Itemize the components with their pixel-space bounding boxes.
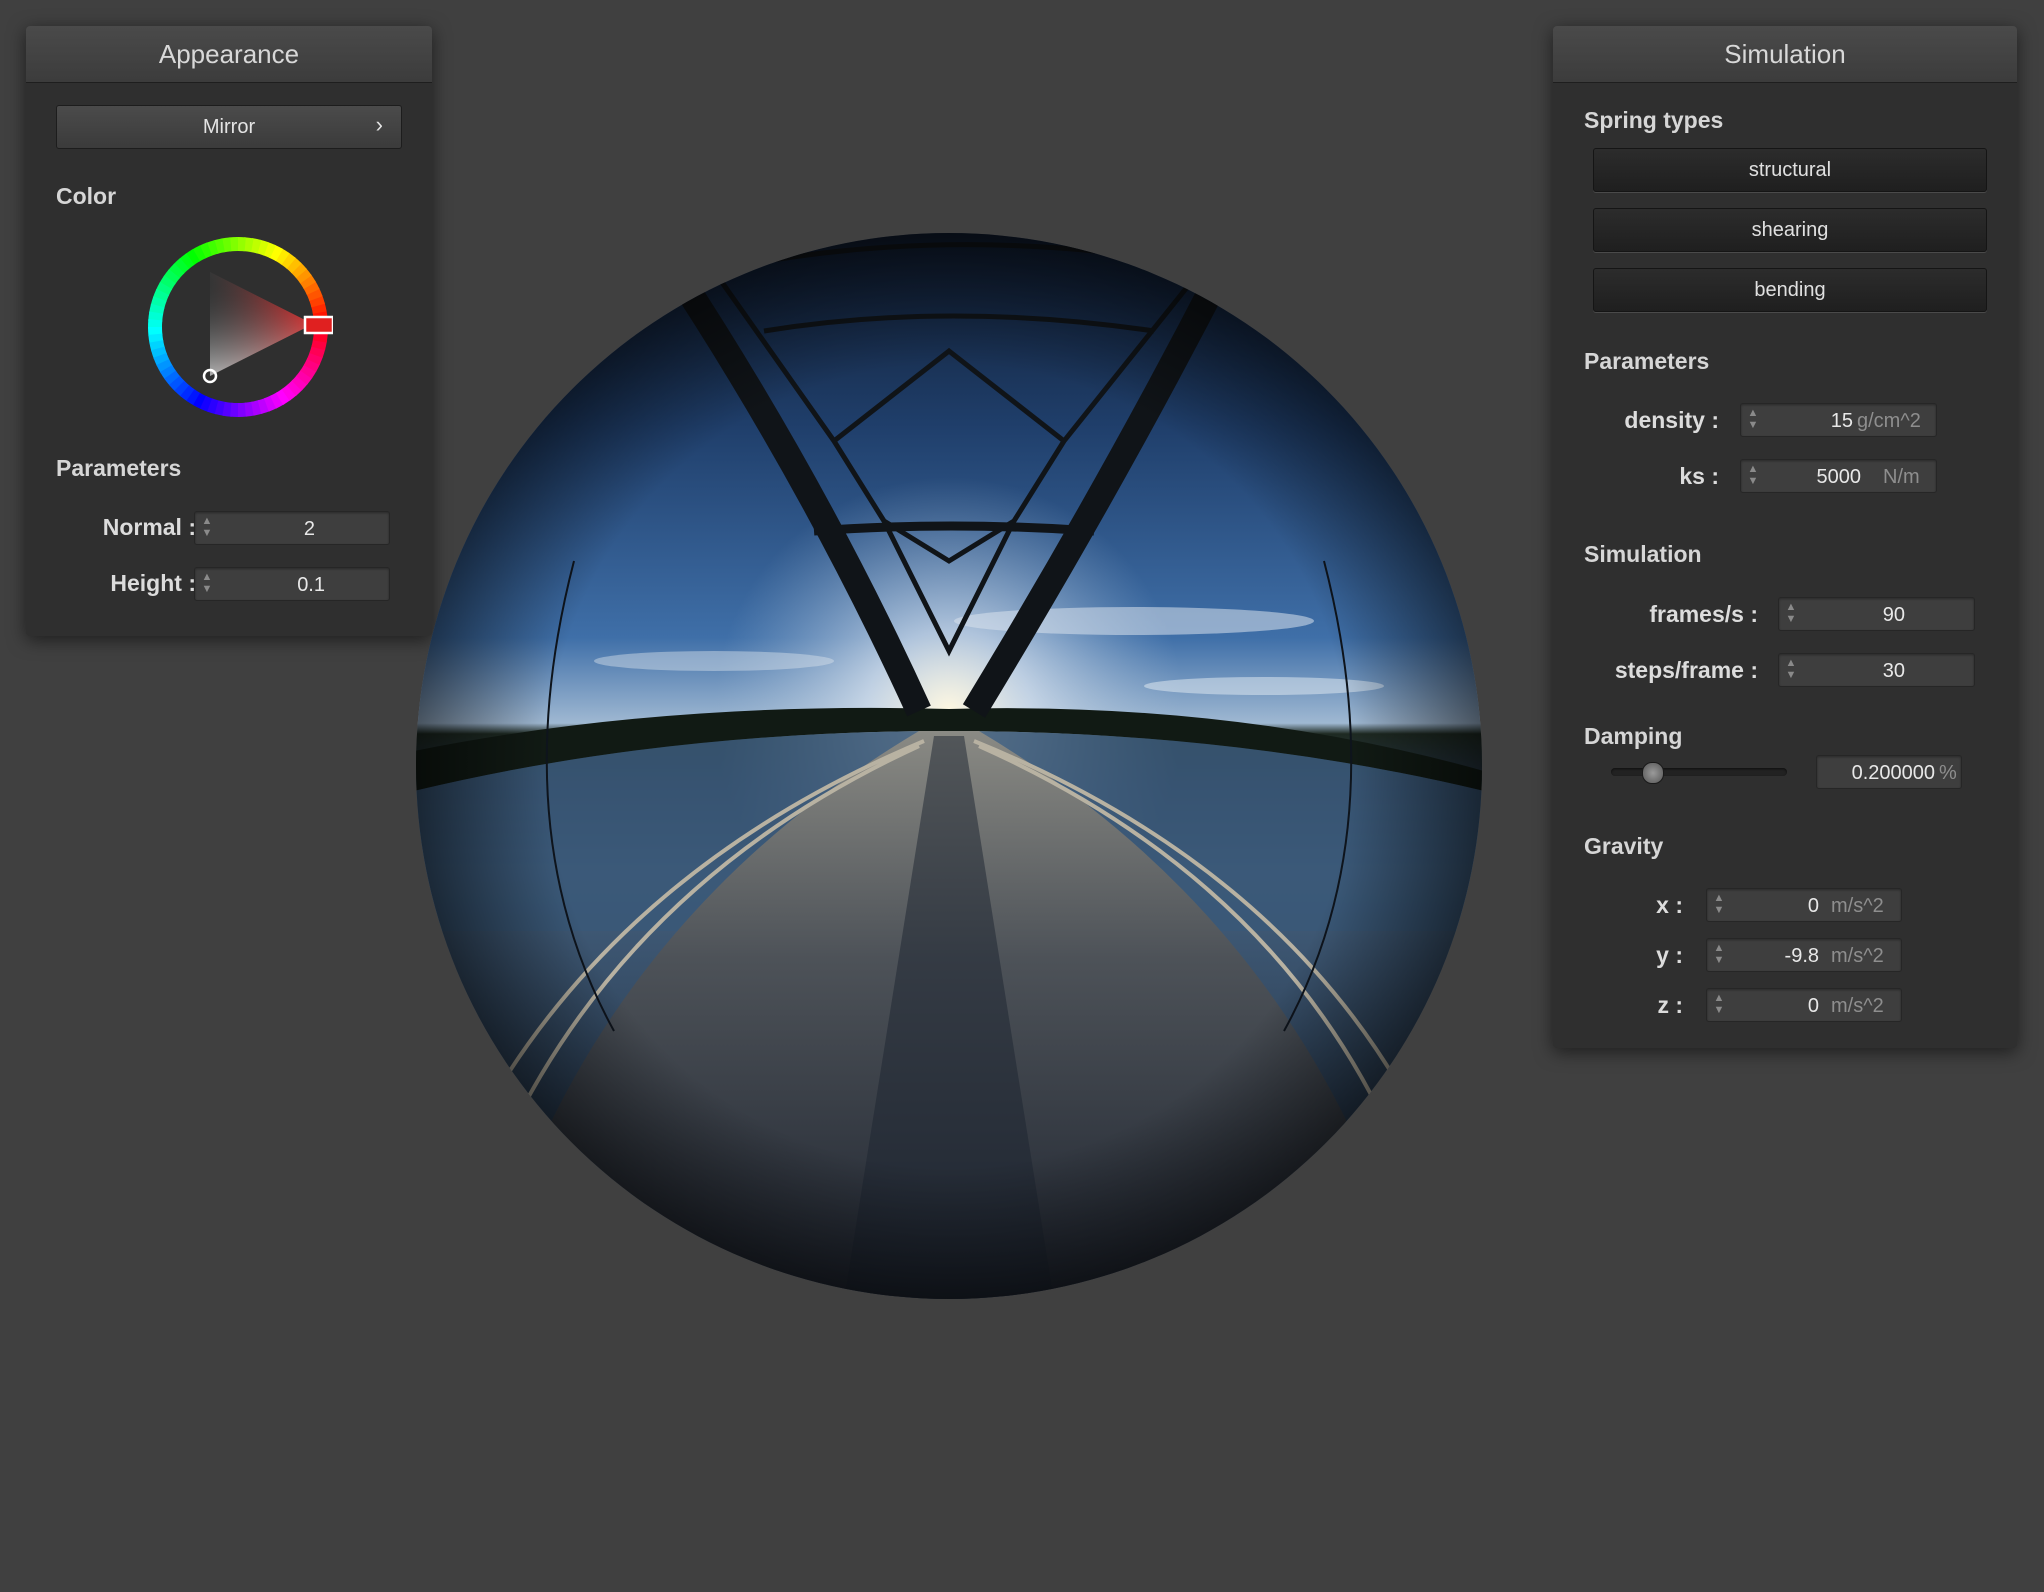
density-value: 15: [1830, 410, 1853, 432]
normal-input[interactable]: ▲ ▼ 2: [194, 511, 390, 545]
simulation-title: Simulation: [1553, 26, 2017, 83]
gravity-x-input[interactable]: ▲ ▼ 0 m/s^2: [1706, 888, 1902, 922]
ks-label: ks :: [1679, 463, 1719, 489]
simulation-section-title: Simulation: [1584, 541, 1702, 567]
gravity-z-label: z :: [1657, 992, 1683, 1018]
gravity-z-unit: m/s^2: [1831, 995, 1884, 1017]
damping-value: 0.200000: [1851, 762, 1935, 784]
appearance-parameters-title: Parameters: [56, 455, 182, 481]
color-section-title: Color: [56, 183, 117, 209]
fps-input[interactable]: ▲ ▼ 90: [1778, 597, 1975, 631]
appearance-panel: Appearance Mirror › Color Parameters Nor…: [26, 26, 432, 636]
spinner-icon[interactable]: ▲ ▼: [1713, 892, 1725, 918]
gravity-y-unit: m/s^2: [1831, 945, 1884, 967]
gravity-z-input[interactable]: ▲ ▼ 0 m/s^2: [1706, 988, 1902, 1022]
structural-button[interactable]: structural: [1593, 148, 1987, 192]
height-label: Height :: [110, 570, 196, 596]
height-input[interactable]: ▲ ▼ 0.1: [194, 567, 390, 601]
gravity-title: Gravity: [1584, 833, 1664, 859]
spring-types-title: Spring types: [1584, 107, 1724, 133]
slider-track: [1611, 768, 1787, 776]
bending-button[interactable]: bending: [1593, 268, 1987, 312]
gravity-y-value: -9.8: [1784, 945, 1819, 967]
fps-label: frames/s :: [1649, 601, 1758, 627]
mirror-sphere-render[interactable]: [414, 231, 1484, 1301]
damping-title: Damping: [1584, 723, 1683, 749]
simulation-panel: Simulation Spring types structural shear…: [1553, 26, 2017, 1048]
steps-input[interactable]: ▲ ▼ 30: [1778, 653, 1975, 687]
steps-value: 30: [1882, 660, 1905, 682]
density-input[interactable]: ▲ ▼ 15 g/cm^2: [1740, 403, 1937, 437]
ks-unit: N/m: [1883, 466, 1920, 488]
gravity-x-value: 0: [1807, 895, 1819, 917]
gravity-y-input[interactable]: ▲ ▼ -9.8 m/s^2: [1706, 938, 1902, 972]
slider-knob[interactable]: [1642, 762, 1665, 784]
normal-value: 2: [303, 518, 315, 540]
shearing-button[interactable]: shearing: [1593, 208, 1987, 252]
spinner-icon[interactable]: ▲ ▼: [1747, 463, 1759, 489]
appearance-title: Appearance: [26, 26, 432, 83]
gravity-x-label: x :: [1656, 892, 1683, 918]
damping-value-box[interactable]: 0.200000 %: [1816, 755, 1962, 789]
density-label: density :: [1624, 407, 1719, 433]
spinner-icon[interactable]: ▲ ▼: [1713, 992, 1725, 1018]
sim-parameters-title: Parameters: [1584, 348, 1710, 374]
spinner-icon[interactable]: ▲ ▼: [201, 571, 213, 597]
material-popup-button[interactable]: Mirror ›: [56, 105, 402, 149]
fps-value: 90: [1882, 604, 1905, 626]
material-label: Mirror: [202, 116, 256, 138]
spinner-icon[interactable]: ▲ ▼: [1713, 942, 1725, 968]
spinner-icon[interactable]: ▲ ▼: [1785, 601, 1797, 627]
gravity-z-value: 0: [1807, 995, 1819, 1017]
spinner-icon[interactable]: ▲ ▼: [1747, 407, 1759, 433]
ks-input[interactable]: ▲ ▼ 5000 N/m: [1740, 459, 1937, 493]
gravity-y-label: y :: [1656, 942, 1683, 968]
density-unit: g/cm^2: [1857, 410, 1921, 432]
spinner-icon[interactable]: ▲ ▼: [1785, 657, 1797, 683]
gravity-x-unit: m/s^2: [1831, 895, 1884, 917]
saturation-triangle-shade: [210, 272, 313, 376]
spinner-icon[interactable]: ▲ ▼: [201, 515, 213, 541]
hue-picker-handle[interactable]: [303, 315, 333, 335]
chevron-right-icon: ›: [375, 112, 383, 137]
damping-slider[interactable]: [1611, 762, 1787, 784]
damping-unit: %: [1939, 762, 1957, 784]
steps-label: steps/frame :: [1614, 657, 1758, 683]
ks-value: 5000: [1816, 466, 1862, 488]
normal-label: Normal :: [102, 514, 196, 540]
color-wheel[interactable]: [143, 232, 333, 422]
height-value: 0.1: [297, 574, 325, 596]
